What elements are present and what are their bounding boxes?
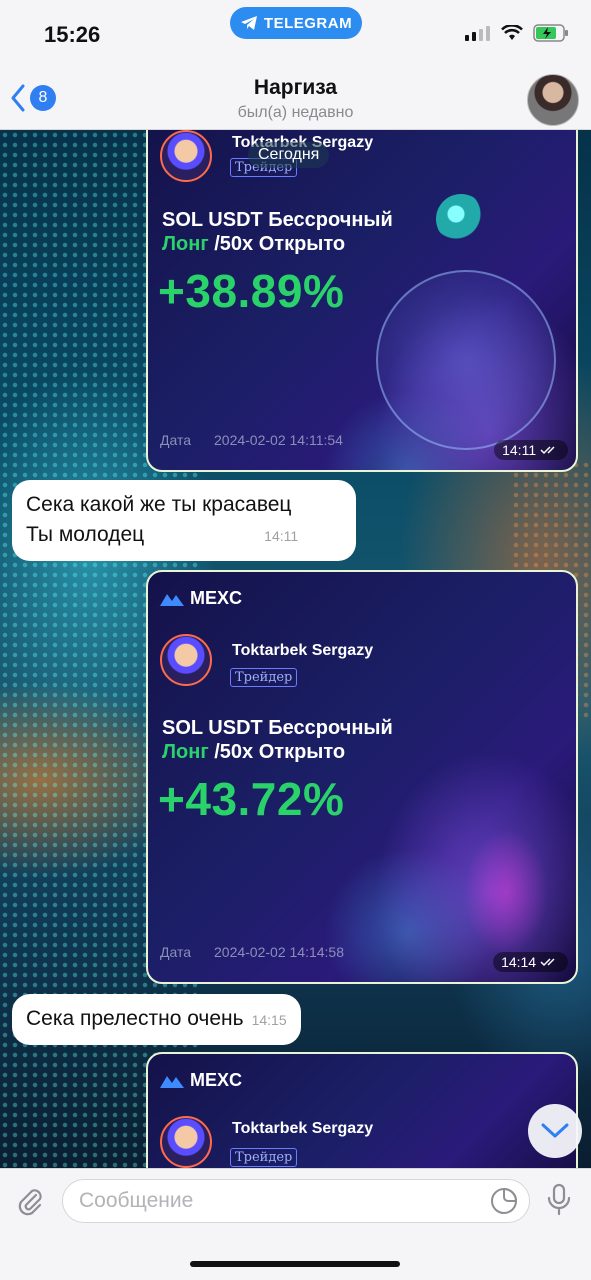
date-value: 2024-02-02 14:14:58 <box>214 944 344 960</box>
trader-tag: Трейдер <box>230 1148 298 1167</box>
message-input[interactable] <box>62 1179 530 1223</box>
telegram-icon <box>240 16 257 30</box>
pair-line: SOL USDT Бессрочный <box>162 209 393 231</box>
bitcoin-coin-image <box>436 194 486 244</box>
trader-avatar <box>160 1116 212 1168</box>
image-message[interactable]: MEXC Toktarbek Sergazy Трейдер SOL USDT … <box>146 570 578 984</box>
trader-avatar <box>160 130 212 182</box>
message-composer <box>0 1168 591 1280</box>
chevron-down-icon <box>541 1123 569 1138</box>
pnl-value: +38.89% <box>158 265 345 317</box>
battery-icon <box>533 24 568 42</box>
chat-title[interactable]: Наргиза <box>0 76 591 100</box>
sticker-icon <box>491 1187 518 1214</box>
card-artwork <box>376 270 556 450</box>
long-label: Лонг <box>162 741 209 763</box>
leverage-status: /50x Открыто <box>208 741 346 763</box>
trade-pair: SOL USDT Бессрочный Лонг /50x Открыто <box>162 208 393 256</box>
message-time-text: 14:11 <box>502 442 537 458</box>
pnl-value: +43.72% <box>158 773 345 825</box>
scroll-down-button[interactable] <box>528 1104 582 1158</box>
chat-header: 15:26 TELEGRAM 8 Наргиза был(а) недавно <box>0 0 591 130</box>
signal-icon <box>465 26 490 41</box>
image-message[interactable]: Toktarbek Sergazy Трейдер SOL USDT Бесср… <box>146 112 578 472</box>
message-time: 14:11 <box>264 528 299 544</box>
telegram-pill-label: TELEGRAM <box>263 14 353 32</box>
mexc-icon <box>160 593 184 606</box>
status-time: 15:26 <box>44 22 101 47</box>
trader-tag: Трейдер <box>230 668 298 687</box>
trader-avatar <box>160 634 212 686</box>
chat-status: был(а) недавно <box>237 104 354 121</box>
message-text: Сека какой же ты красавец <box>26 493 292 516</box>
date-label: Дата <box>160 432 192 448</box>
mexc-icon <box>160 1075 184 1088</box>
trader-name: Toktarbek Sergazy <box>232 642 374 659</box>
date-separator: Сегодня <box>248 142 330 168</box>
pair-line: SOL USDT Бессрочный <box>162 717 393 739</box>
mexc-logo: MEXC <box>160 588 242 609</box>
trader-name: Toktarbek Sergazy <box>232 1120 374 1137</box>
double-check-icon <box>540 446 555 455</box>
date-value: 2024-02-02 14:11:54 <box>214 432 343 448</box>
voice-button[interactable] <box>546 1183 572 1222</box>
mexc-logo: MEXC <box>160 1070 242 1091</box>
message-text: Сека прелестно очень <box>26 1007 244 1030</box>
brand-name: MEXC <box>190 588 243 608</box>
contact-avatar[interactable] <box>527 74 579 126</box>
telegram-pill[interactable]: TELEGRAM <box>230 7 362 39</box>
paperclip-icon <box>18 1189 42 1216</box>
text-message[interactable]: Сека прелестно очень 14:15 <box>12 994 301 1045</box>
leverage-status: /50x Открыто <box>208 233 346 255</box>
microphone-icon <box>547 1183 571 1216</box>
home-indicator <box>190 1261 400 1267</box>
message-time: 14:15 <box>251 1012 287 1028</box>
message-time: 14:11 <box>494 440 568 460</box>
attach-button[interactable] <box>14 1185 46 1222</box>
message-text: Ты молодец <box>26 523 145 546</box>
message-time-text: 14:14 <box>501 954 537 970</box>
long-label: Лонг <box>162 233 209 255</box>
trade-pair: SOL USDT Бессрочный Лонг /50x Открыто <box>162 716 393 764</box>
sticker-button[interactable] <box>490 1187 518 1220</box>
text-message[interactable]: Сека какой же ты красавец Ты молодец 14:1… <box>12 480 356 561</box>
date-label: Дата <box>160 944 192 960</box>
wifi-icon <box>501 25 523 40</box>
status-icons <box>465 24 569 42</box>
message-time: 14:14 <box>493 952 568 972</box>
brand-name: MEXC <box>190 1070 243 1090</box>
double-check-icon <box>540 958 555 967</box>
